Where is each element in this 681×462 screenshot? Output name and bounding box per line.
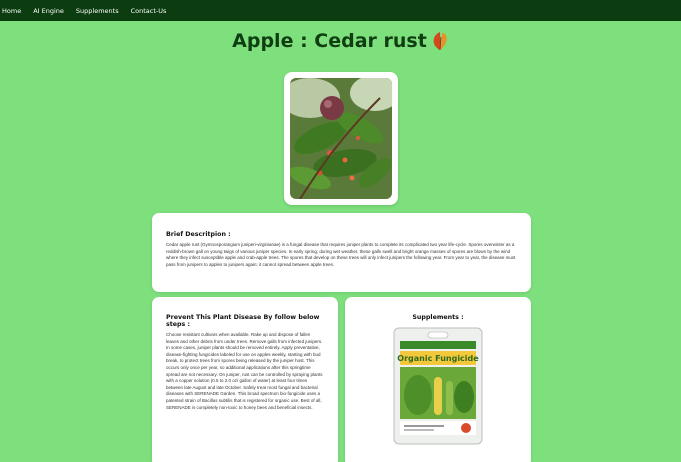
- nav-supplements-link[interactable]: Supplements: [76, 7, 119, 15]
- product-label: Organic Fungicide: [397, 354, 479, 363]
- leaf-icon: [433, 32, 447, 51]
- top-navbar: Home AI Engine Supplements Contact-Us: [0, 0, 681, 21]
- prevention-steps-heading: Prevent This Plant Disease By follow bel…: [166, 314, 320, 328]
- brief-description-heading: Brief Descritpion :: [166, 231, 231, 238]
- prevention-steps-card: Prevent This Plant Disease By follow bel…: [152, 297, 338, 462]
- nav-ai-engine-link[interactable]: AI Engine: [33, 7, 64, 15]
- nav-home-link[interactable]: Home: [2, 7, 21, 15]
- disease-image-card: [280, 72, 400, 205]
- page-header: Apple : Cedar rust: [0, 30, 681, 52]
- disease-photo: [280, 75, 400, 200]
- nav-contact-us-link[interactable]: Contact-Us: [131, 7, 167, 15]
- prevention-steps-text: Choose resistant cultivars when availabl…: [166, 332, 323, 410]
- fungicide-product-image[interactable]: Organic Fungicide: [388, 325, 488, 446]
- supplements-heading: Supplements :: [412, 314, 464, 321]
- supplements-card: Supplements : Organic Fungicide: [345, 297, 531, 462]
- brief-description-text: Cedar apple rust (Gymnosporangium junipe…: [166, 242, 516, 267]
- brief-description-card: Brief Descritpion : Cedar apple rust (Gy…: [152, 213, 531, 292]
- page-title: Apple : Cedar rust: [232, 30, 427, 52]
